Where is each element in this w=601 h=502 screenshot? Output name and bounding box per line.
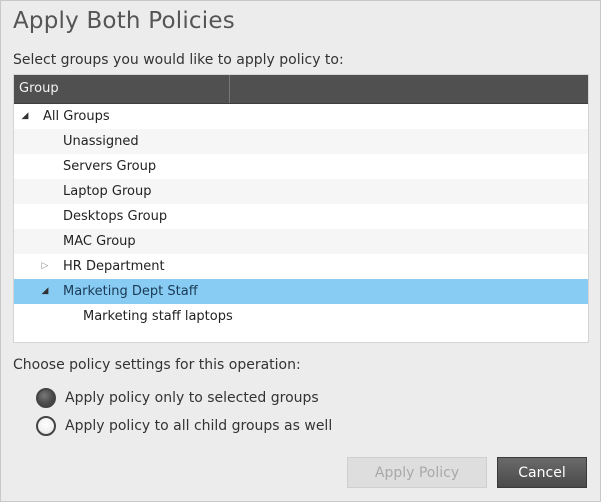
apply-policies-dialog: Apply Both Policies Select groups you wo… bbox=[0, 0, 601, 502]
tree-row-label: HR Department bbox=[63, 259, 165, 274]
tree-row-label: Unassigned bbox=[63, 134, 139, 149]
tree-row[interactable]: MAC Group bbox=[14, 229, 588, 254]
tree-row-label: Marketing staff laptops bbox=[83, 309, 233, 324]
tree-row-label: Marketing Dept Staff bbox=[63, 284, 198, 299]
tree-row-label: Desktops Group bbox=[63, 209, 168, 224]
cancel-button[interactable]: Cancel bbox=[497, 457, 587, 488]
tree-row[interactable]: ▷ HR Department bbox=[14, 254, 588, 279]
tree-row[interactable]: ◢ Marketing Dept Staff bbox=[14, 279, 588, 304]
tree-rows: ◢ All Groups Unassigned Servers Group Laptop… bbox=[14, 104, 588, 329]
radio-button-checked-icon[interactable] bbox=[36, 388, 56, 408]
header-filler bbox=[230, 75, 588, 103]
tree-row-label: All Groups bbox=[43, 109, 110, 124]
group-tree[interactable]: Group ◢ All Groups Unassigned Servers Group… bbox=[13, 74, 589, 343]
tree-row[interactable]: Servers Group bbox=[14, 154, 588, 179]
collapsed-triangle-icon[interactable]: ▷ bbox=[38, 254, 52, 279]
expanded-triangle-icon[interactable]: ◢ bbox=[18, 104, 32, 129]
tree-row[interactable]: Laptop Group bbox=[14, 179, 588, 204]
tree-row[interactable]: ◢ All Groups bbox=[14, 104, 588, 129]
radio-selected-groups-only[interactable]: Apply policy only to selected groups bbox=[36, 388, 319, 408]
group-column-header[interactable]: Group bbox=[14, 75, 230, 103]
tree-row-label: Servers Group bbox=[63, 159, 157, 174]
policy-settings-prompt: Choose policy settings for this operatio… bbox=[13, 357, 301, 373]
tree-row[interactable]: Marketing staff laptops bbox=[14, 304, 588, 329]
tree-row-label: Laptop Group bbox=[63, 184, 152, 199]
group-selection-prompt: Select groups you would like to apply po… bbox=[13, 52, 344, 68]
radio-button-unchecked-icon[interactable] bbox=[36, 416, 56, 436]
radio-all-child-groups[interactable]: Apply policy to all child groups as well bbox=[36, 416, 332, 436]
tree-row[interactable]: Unassigned bbox=[14, 129, 588, 154]
radio-label: Apply policy only to selected groups bbox=[65, 390, 319, 406]
radio-label: Apply policy to all child groups as well bbox=[65, 418, 333, 434]
tree-header: Group bbox=[14, 75, 588, 104]
tree-row[interactable]: Desktops Group bbox=[14, 204, 588, 229]
expanded-triangle-icon[interactable]: ◢ bbox=[38, 279, 52, 304]
tree-row-label: MAC Group bbox=[63, 234, 136, 249]
dialog-title: Apply Both Policies bbox=[13, 8, 235, 34]
apply-policy-button[interactable]: Apply Policy bbox=[347, 457, 487, 488]
